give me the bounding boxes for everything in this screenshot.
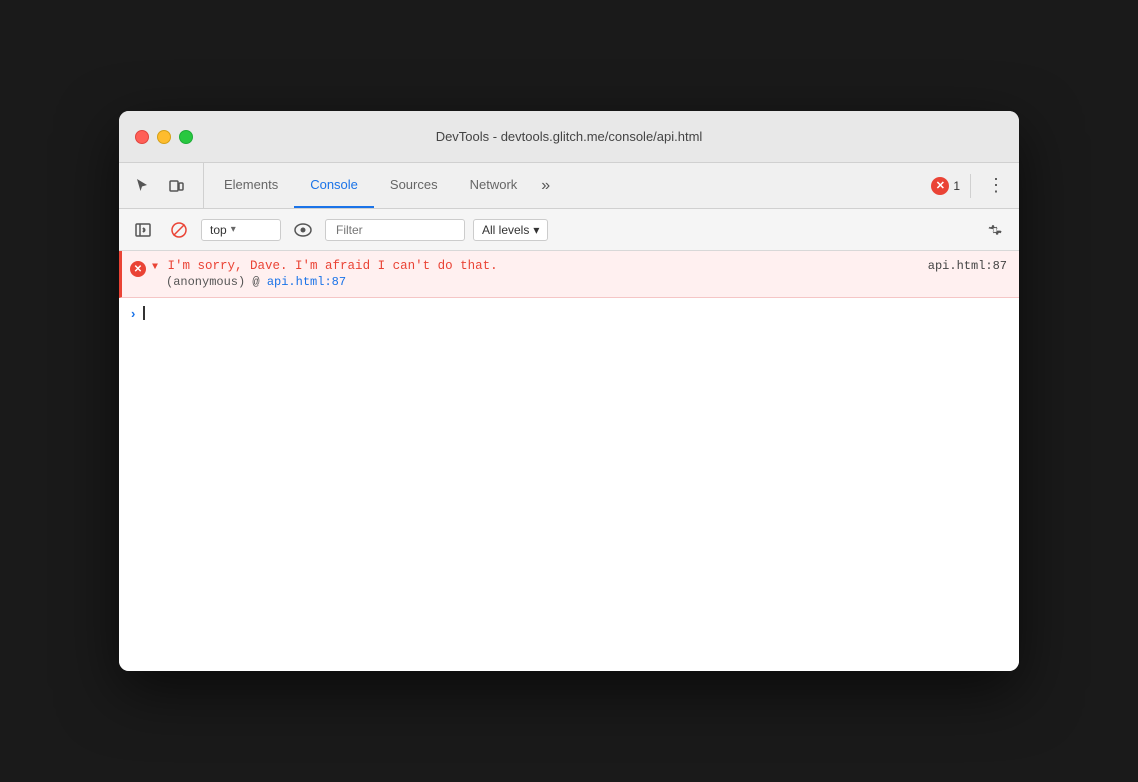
titlebar: DevTools - devtools.glitch.me/console/ap… <box>119 111 1019 163</box>
close-button[interactable] <box>135 130 149 144</box>
cursor <box>143 306 145 320</box>
sidebar-toggle-icon[interactable] <box>129 216 157 244</box>
error-main-line: ▼ I'm sorry, Dave. I'm afraid I can't do… <box>152 259 1007 273</box>
context-selector[interactable]: top ▾ <box>201 219 281 241</box>
error-stack: (anonymous) @ api.html:87 <box>152 275 1007 289</box>
live-expressions-icon[interactable] <box>289 216 317 244</box>
console-toolbar: top ▾ All levels ▾ <box>119 209 1019 251</box>
clear-console-icon[interactable] <box>165 216 193 244</box>
error-badge: ✕ 1 <box>931 177 960 195</box>
filter-input[interactable] <box>325 219 465 241</box>
stack-link[interactable]: api.html:87 <box>267 275 346 289</box>
error-entry-content: ▼ I'm sorry, Dave. I'm afraid I can't do… <box>152 259 1007 289</box>
error-message-line: ▼ I'm sorry, Dave. I'm afraid I can't do… <box>152 259 498 273</box>
expand-toggle[interactable]: ▼ <box>152 262 158 273</box>
console-content: ✕ ▼ I'm sorry, Dave. I'm afraid I can't … <box>119 251 1019 671</box>
minimize-button[interactable] <box>157 130 171 144</box>
console-input-row: › <box>119 298 1019 329</box>
more-tabs-button[interactable]: » <box>533 163 558 208</box>
tab-elements[interactable]: Elements <box>208 163 294 208</box>
traffic-lights <box>135 130 193 144</box>
tab-console[interactable]: Console <box>294 163 374 208</box>
tabbar-right: ✕ 1 ⋮ <box>931 163 1019 208</box>
device-toggle-icon[interactable] <box>161 171 191 201</box>
prompt-icon: › <box>131 306 135 321</box>
error-location[interactable]: api.html:87 <box>928 259 1007 273</box>
error-count: 1 <box>953 179 960 193</box>
cursor-selector-icon[interactable] <box>127 171 157 201</box>
console-input[interactable] <box>143 306 145 320</box>
tab-sources[interactable]: Sources <box>374 163 454 208</box>
devtools-window: DevTools - devtools.glitch.me/console/ap… <box>119 111 1019 671</box>
settings-icon[interactable] <box>981 216 1009 244</box>
separator <box>970 174 971 198</box>
stack-text: (anonymous) @ <box>166 275 267 289</box>
error-entry: ✕ ▼ I'm sorry, Dave. I'm afraid I can't … <box>119 251 1019 298</box>
error-badge-icon: ✕ <box>931 177 949 195</box>
tabbar-icons <box>127 163 204 208</box>
maximize-button[interactable] <box>179 130 193 144</box>
window-title: DevTools - devtools.glitch.me/console/ap… <box>436 129 703 144</box>
more-menu-button[interactable]: ⋮ <box>981 175 1011 196</box>
tab-network[interactable]: Network <box>454 163 534 208</box>
level-select-arrow: ▾ <box>533 223 539 237</box>
tabbar: Elements Console Sources Network » ✕ 1 ⋮ <box>119 163 1019 209</box>
log-level-selector[interactable]: All levels ▾ <box>473 219 548 241</box>
error-message-text: I'm sorry, Dave. I'm afraid I can't do t… <box>168 259 498 273</box>
context-select-arrow: ▾ <box>231 224 236 235</box>
error-entry-icon: ✕ <box>130 261 146 277</box>
